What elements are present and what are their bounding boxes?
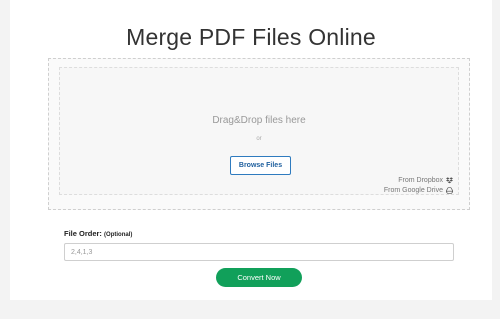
from-dropbox-link[interactable]: From Dropbox: [398, 177, 453, 184]
file-order-label-text: File Order:: [64, 229, 102, 238]
upload-area[interactable]: Drag&Drop files here or Browse Files Fro…: [48, 58, 470, 210]
convert-now-button[interactable]: Convert Now: [216, 268, 302, 287]
browse-files-button[interactable]: Browse Files: [230, 156, 291, 175]
from-google-drive-link[interactable]: From Google Drive: [384, 187, 453, 194]
optional-tag: (Optional): [104, 232, 133, 238]
drag-drop-text: Drag&Drop files here: [212, 115, 306, 126]
from-dropbox-label: From Dropbox: [398, 177, 443, 184]
page-title: Merge PDF Files Online: [126, 24, 376, 50]
file-order-input[interactable]: [64, 243, 454, 261]
file-order-label: File Order: (Optional): [64, 229, 132, 238]
or-separator: or: [256, 136, 262, 142]
from-google-drive-label: From Google Drive: [383, 187, 443, 194]
drop-zone[interactable]: Drag&Drop files here or Browse Files Fro…: [59, 67, 459, 195]
dropbox-icon: [446, 177, 453, 184]
google-drive-icon: [446, 187, 453, 194]
merge-card: Merge PDF Files Online Drag&Drop files h…: [10, 0, 492, 300]
